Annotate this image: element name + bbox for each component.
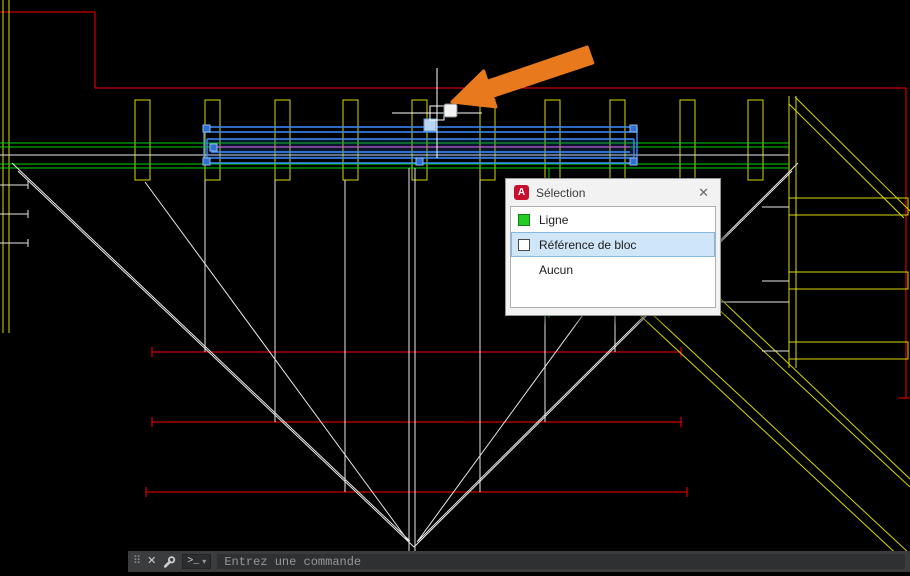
- command-prompt-box[interactable]: >_ ▾: [182, 554, 212, 569]
- list-item-label: Référence de bloc: [539, 237, 637, 252]
- command-placeholder: Entrez une commande: [224, 554, 362, 569]
- dialog-title: Sélection: [536, 185, 586, 200]
- selection-list: Ligne Référence de bloc Aucun: [510, 206, 716, 308]
- dialog-titlebar: A Sélection ✕: [506, 179, 720, 206]
- cursor-selection-badge-icon: [443, 103, 458, 118]
- yellow-posts-and-rails: [2, 0, 910, 561]
- command-bar: ⠿ ✕ >_ ▾ Entrez une commande: [128, 551, 910, 572]
- green-swatch-icon: [518, 213, 530, 226]
- hot-grip[interactable]: [423, 118, 437, 132]
- autocad-badge-icon: A: [514, 185, 529, 200]
- grip-dots-icon[interactable]: ⠿: [133, 556, 141, 567]
- command-input[interactable]: Entrez une commande: [217, 554, 905, 569]
- list-item-label: Aucun: [539, 262, 574, 277]
- list-item-ligne[interactable]: Ligne: [511, 207, 715, 232]
- command-prompt-icon: >_: [187, 555, 200, 567]
- list-item-reference-de-bloc[interactable]: Référence de bloc: [511, 232, 715, 257]
- white-swatch-icon: [518, 238, 530, 251]
- list-item-aucun[interactable]: Aucun: [511, 257, 715, 282]
- annotation-arrow-icon: [450, 45, 595, 109]
- red-boundary-lines: [0, 11, 910, 497]
- list-item-label: Ligne: [539, 212, 569, 227]
- wrench-icon[interactable]: [162, 555, 176, 569]
- command-close-icon[interactable]: ✕: [147, 556, 156, 567]
- autocad-viewport: A Sélection ✕ Ligne Référence de bloc Au…: [0, 0, 910, 576]
- close-icon[interactable]: ✕: [695, 184, 712, 201]
- selection-dialog: A Sélection ✕ Ligne Référence de bloc Au…: [505, 178, 721, 316]
- drawing-canvas[interactable]: [0, 0, 910, 576]
- dropdown-arrow-icon: ▾: [202, 556, 207, 566]
